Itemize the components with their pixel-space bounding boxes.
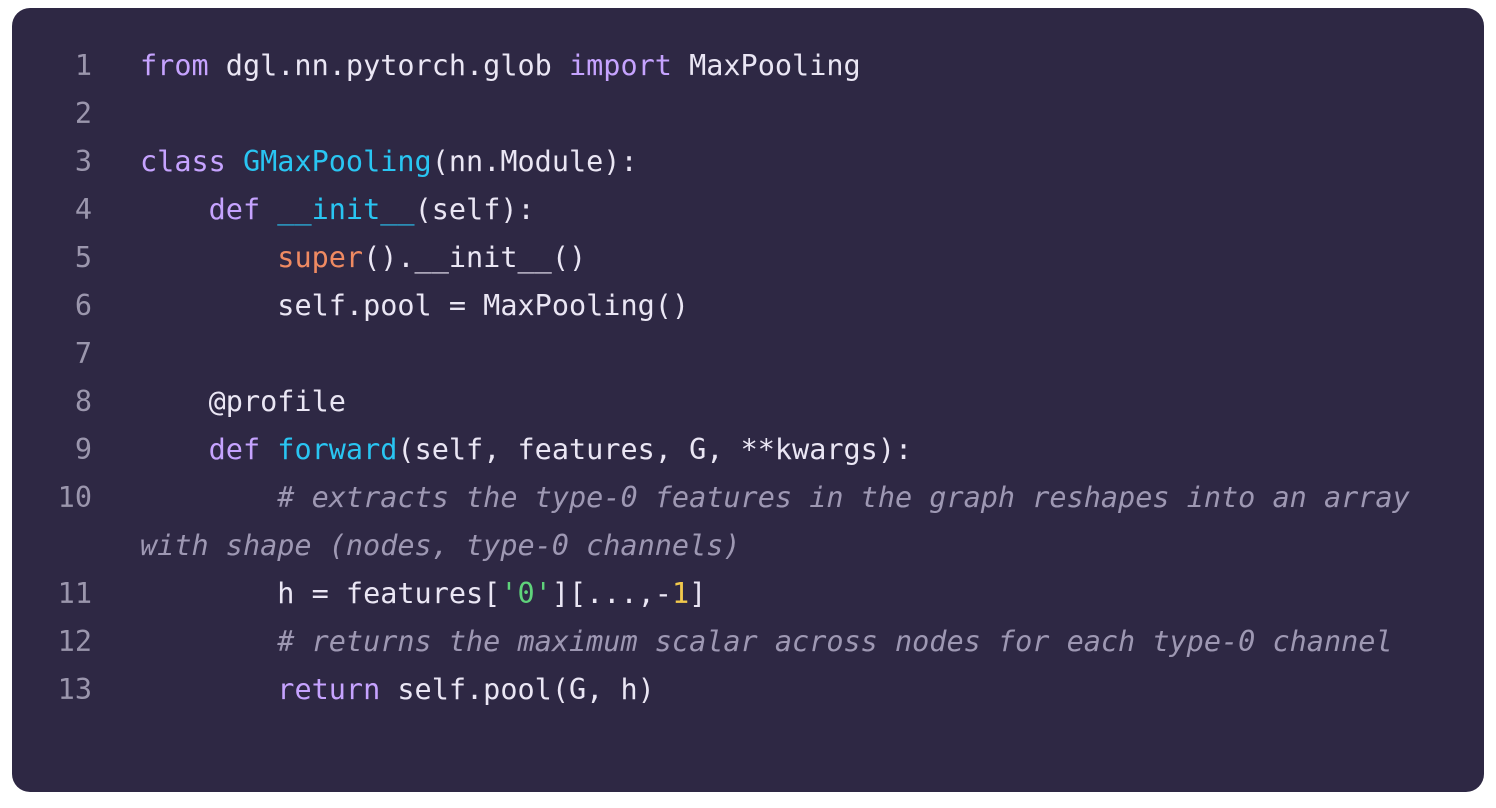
code-line: 3 class GMaxPooling(nn.Module): bbox=[12, 138, 1484, 186]
code-line: 11 h = features['0'][...,-1] bbox=[12, 570, 1484, 618]
code-line: 8 @profile bbox=[12, 378, 1484, 426]
code-token: return bbox=[277, 673, 381, 706]
code-line: 10 # extracts the type-0 features in the… bbox=[12, 474, 1484, 570]
code-token: MaxPooling bbox=[671, 49, 861, 82]
code-token: super bbox=[277, 241, 364, 274]
code-token: def bbox=[208, 433, 261, 466]
line-number: 5 bbox=[74, 241, 92, 274]
code-text: super().__init__() bbox=[140, 234, 1460, 282]
line-number: 2 bbox=[74, 97, 92, 130]
code-text: ​ bbox=[140, 90, 1460, 138]
code-line: 13 return self.pool(G, h) bbox=[12, 666, 1484, 714]
code-text: def forward(self, features, G, **kwargs)… bbox=[140, 426, 1460, 474]
line-number: 10 bbox=[57, 481, 92, 514]
code-line: 6 self.pool = MaxPooling() bbox=[12, 282, 1484, 330]
code-token: ().__init__() bbox=[363, 241, 587, 274]
code-block: 1 from dgl.nn.pytorch.glob import MaxPool… bbox=[12, 8, 1484, 792]
line-number: 3 bbox=[74, 145, 92, 178]
code-line: 7​ bbox=[12, 330, 1484, 378]
code-text: self.pool = MaxPooling() bbox=[140, 282, 1460, 330]
code-token: from bbox=[140, 49, 209, 82]
code-token: dgl.nn.pytorch.glob bbox=[208, 49, 569, 82]
code-text: return self.pool(G, h) bbox=[140, 666, 1460, 714]
line-number: 1 bbox=[74, 49, 92, 82]
line-number: 8 bbox=[74, 385, 92, 418]
code-token: (self): bbox=[414, 193, 535, 226]
code-lines: 1 from dgl.nn.pytorch.glob import MaxPool… bbox=[12, 42, 1484, 714]
code-line: 4 def __init__(self): bbox=[12, 186, 1484, 234]
code-token: (self, features, G, **kwargs): bbox=[397, 433, 913, 466]
code-token: __init__ bbox=[277, 193, 415, 226]
code-token: '0' bbox=[500, 577, 552, 610]
code-line: 5 super().__init__() bbox=[12, 234, 1484, 282]
line-number: 7 bbox=[74, 337, 92, 370]
code-token: ][...,- bbox=[551, 577, 672, 610]
line-number: 13 bbox=[57, 673, 92, 706]
code-text: h = features['0'][...,-1] bbox=[140, 570, 1460, 618]
line-number: 12 bbox=[57, 625, 92, 658]
line-number: 9 bbox=[74, 433, 92, 466]
code-text: def __init__(self): bbox=[140, 186, 1460, 234]
code-token: ] bbox=[689, 577, 707, 610]
code-line: 1 from dgl.nn.pytorch.glob import MaxPool… bbox=[12, 42, 1484, 90]
code-token: def bbox=[208, 193, 261, 226]
code-text: # extracts the type-0 features in the gr… bbox=[140, 474, 1460, 570]
code-token: @profile bbox=[140, 385, 346, 418]
code-token: # extracts the type-0 features in the gr… bbox=[140, 481, 1427, 562]
code-token: class bbox=[140, 145, 226, 178]
code-token: # returns the maximum scalar across node… bbox=[277, 625, 1393, 658]
code-text: class GMaxPooling(nn.Module): bbox=[140, 138, 1460, 186]
line-number: 6 bbox=[74, 289, 92, 322]
code-token: GMaxPooling bbox=[242, 145, 432, 178]
code-token: h = features[ bbox=[140, 577, 501, 610]
code-text: @profile bbox=[140, 378, 1460, 426]
code-line: 2​ bbox=[12, 90, 1484, 138]
code-token: forward bbox=[277, 433, 398, 466]
code-text: ​ bbox=[140, 330, 1460, 378]
code-token: 1 bbox=[671, 577, 690, 610]
code-token: import bbox=[568, 49, 672, 82]
code-token: self.pool = MaxPooling() bbox=[140, 289, 690, 322]
code-text: from dgl.nn.pytorch.glob import MaxPooli… bbox=[140, 42, 1460, 90]
code-token: self.pool(G, h) bbox=[380, 673, 655, 706]
line-number: 11 bbox=[57, 577, 92, 610]
code-line: 12 # returns the maximum scalar across n… bbox=[12, 618, 1484, 666]
line-number: 4 bbox=[74, 193, 92, 226]
code-line: 9 def forward(self, features, G, **kwarg… bbox=[12, 426, 1484, 474]
code-text: # returns the maximum scalar across node… bbox=[140, 618, 1460, 666]
code-token: (nn.Module): bbox=[431, 145, 638, 178]
